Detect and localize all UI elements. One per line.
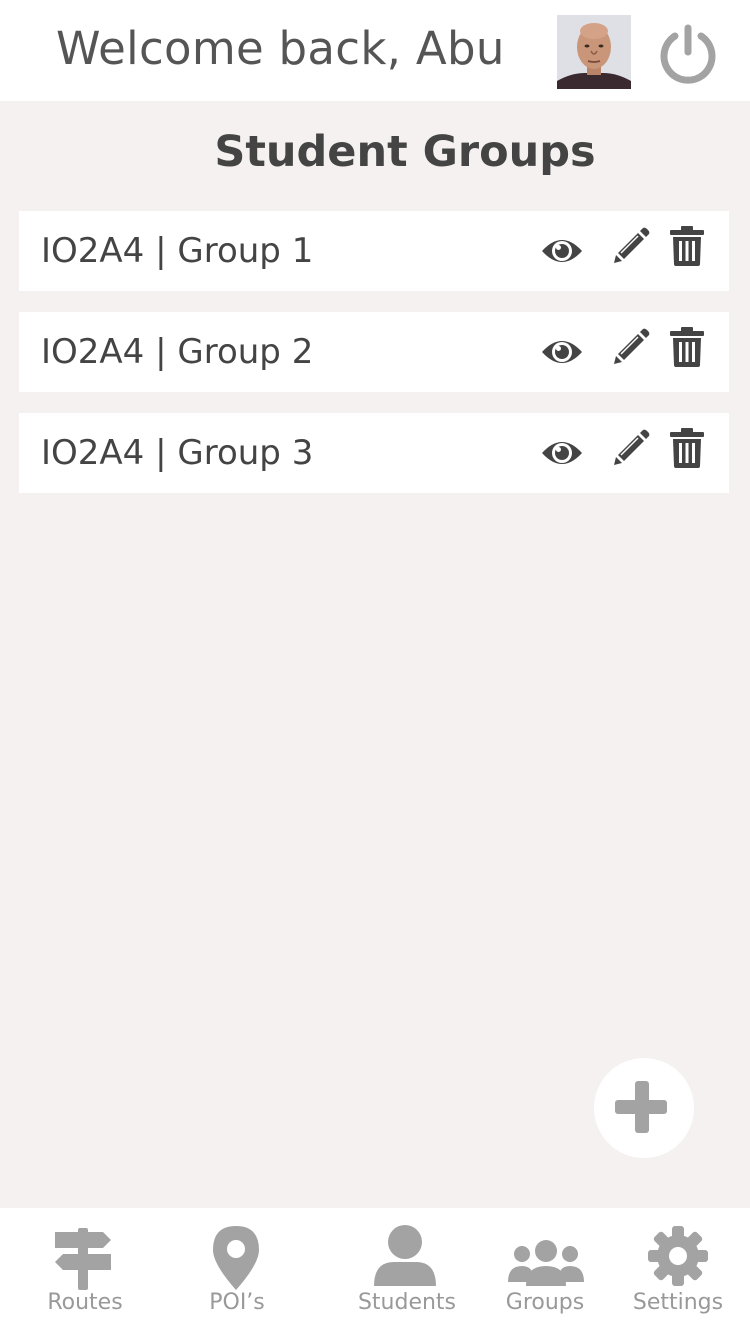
trash-icon[interactable] (670, 428, 704, 468)
map-pin-icon (213, 1226, 259, 1290)
nav-item-groups[interactable]: Groups (475, 1208, 615, 1334)
nav-label: Routes (47, 1290, 123, 1315)
nav-item-students[interactable]: Students (337, 1208, 477, 1334)
eye-icon[interactable] (540, 334, 584, 370)
page-title: Student Groups (214, 127, 596, 177)
group-name: IO2A4 | Group 1 (41, 231, 314, 271)
nav-label: Settings (632, 1290, 724, 1315)
pencil-icon[interactable] (612, 429, 650, 467)
signpost-icon (55, 1228, 111, 1290)
eye-icon[interactable] (540, 233, 584, 269)
trash-icon[interactable] (670, 327, 704, 367)
app-root: Welcome back, Abu Student Groups IO2A4 |… (0, 0, 750, 1334)
trash-icon[interactable] (670, 226, 704, 266)
plus-icon (615, 1081, 667, 1133)
nav-item-settings[interactable]: Settings (608, 1208, 748, 1334)
user-icon (374, 1225, 436, 1286)
add-group-button[interactable] (594, 1058, 694, 1158)
nav-item-pois[interactable]: POI’s (167, 1208, 307, 1334)
group-list: IO2A4 | Group 1 IO2A4 | Group 2 IO2A4 | … (19, 211, 729, 514)
nav-label: POI’s (209, 1290, 265, 1315)
avatar-image (557, 15, 631, 89)
pencil-icon[interactable] (612, 227, 650, 265)
eye-icon[interactable] (540, 435, 584, 471)
list-item: IO2A4 | Group 3 (19, 413, 729, 493)
bottom-nav: Routes POI’s Students Groups Settings (0, 1208, 750, 1334)
group-name: IO2A4 | Group 3 (41, 433, 314, 473)
group-name: IO2A4 | Group 2 (41, 332, 314, 372)
list-item: IO2A4 | Group 1 (19, 211, 729, 291)
power-icon[interactable] (656, 22, 720, 86)
pencil-icon[interactable] (612, 328, 650, 366)
group-icon (508, 1240, 584, 1286)
nav-label: Groups (505, 1290, 585, 1315)
gear-icon (648, 1226, 708, 1286)
header-bar: Welcome back, Abu (0, 0, 750, 101)
nav-item-routes[interactable]: Routes (15, 1208, 155, 1334)
welcome-message: Welcome back, Abu (56, 22, 505, 75)
list-item: IO2A4 | Group 2 (19, 312, 729, 392)
nav-label: Students (357, 1290, 457, 1315)
avatar[interactable] (557, 15, 631, 89)
